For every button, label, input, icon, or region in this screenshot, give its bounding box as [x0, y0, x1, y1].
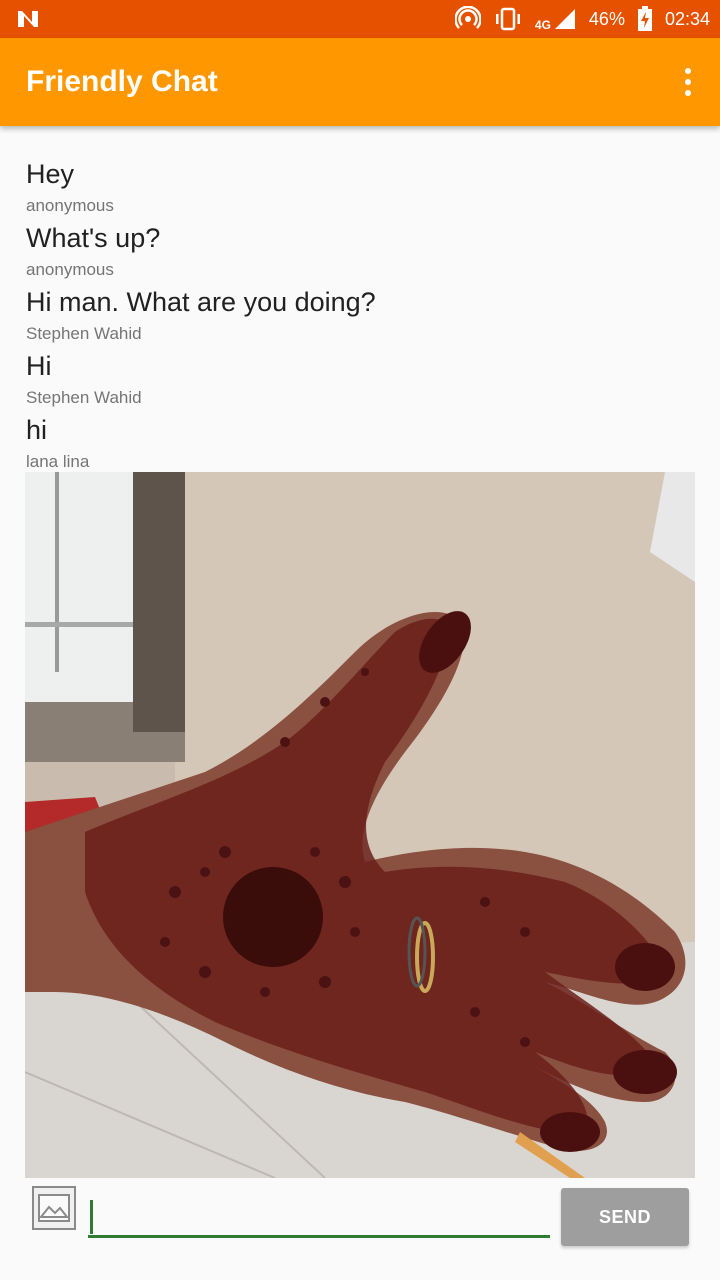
hotspot-icon: [454, 6, 481, 29]
overflow-dot: [685, 90, 691, 96]
status-right: 4G 46% 02:34: [454, 6, 710, 32]
list-item: hi lana lina: [26, 412, 695, 476]
message-text: Hi: [26, 351, 52, 381]
list-item: What's up? anonymous: [26, 220, 695, 284]
send-button[interactable]: SEND: [561, 1188, 689, 1246]
network-label: 4G: [534, 18, 551, 32]
status-left: [16, 9, 40, 29]
n-icon: [18, 11, 38, 27]
app-title: Friendly Chat: [26, 65, 218, 98]
message-author: Stephen Wahid: [26, 324, 142, 343]
message-text: Hey: [26, 159, 75, 189]
more-vert-icon[interactable]: [676, 62, 700, 102]
message-text: hi: [26, 415, 48, 445]
app-bar: Friendly Chat: [0, 38, 720, 126]
list-item: Hey anonymous: [26, 156, 695, 220]
overflow-dot: [685, 68, 691, 74]
list-item: Hi Stephen Wahid: [26, 348, 695, 412]
battery-charging-icon: [637, 6, 652, 31]
overflow-dot: [685, 79, 691, 85]
battery-percent: 46%: [588, 8, 625, 29]
message-text: Hi man. What are you doing?: [26, 287, 376, 317]
list-item: Hi man. What are you doing? Stephen Wahi…: [26, 284, 695, 348]
message-author: Stephen Wahid: [26, 388, 142, 407]
photo-message[interactable]: [25, 472, 695, 1178]
message-composer: SEND: [0, 1178, 720, 1280]
photo-icon: [25, 472, 695, 1178]
clock: 02:34: [664, 8, 710, 29]
message-input[interactable]: [88, 1194, 550, 1238]
signal-group: 4G: [535, 7, 577, 31]
signal-icon: [554, 9, 575, 29]
image-picker-button[interactable]: [32, 1186, 76, 1230]
image-icon: [38, 1194, 70, 1222]
message-author: anonymous: [26, 260, 114, 279]
vibrate-icon: [495, 7, 520, 31]
message-text: What's up?: [26, 223, 161, 253]
message-author: anonymous: [26, 196, 114, 215]
text-cursor: [90, 1200, 93, 1234]
status-bar: 4G 46% 02:34: [0, 0, 720, 38]
